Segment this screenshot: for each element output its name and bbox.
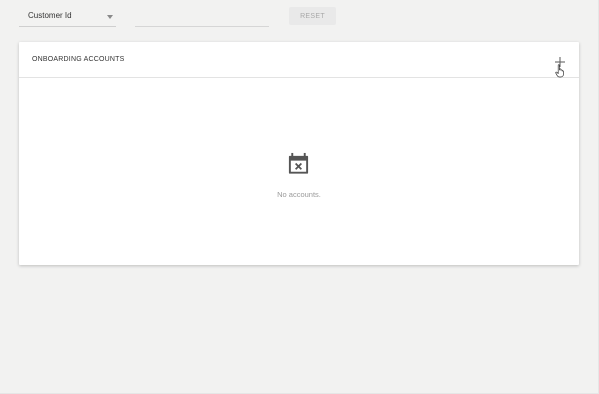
customer-id-select[interactable]: Customer Id — [19, 8, 116, 27]
page: Customer Id RESET ONBOARDING ACCOUNTS No… — [0, 0, 599, 394]
chevron-down-icon — [107, 15, 113, 19]
calendar-remove-icon — [288, 152, 309, 174]
card-header: ONBOARDING ACCOUNTS — [19, 42, 579, 78]
customer-id-select-label: Customer Id — [28, 11, 72, 20]
onboarding-accounts-card: ONBOARDING ACCOUNTS No accounts. — [19, 42, 579, 265]
card-title: ONBOARDING ACCOUNTS — [32, 56, 125, 63]
reset-button[interactable]: RESET — [289, 7, 336, 25]
search-input[interactable] — [135, 8, 269, 27]
empty-state-message: No accounts. — [277, 190, 321, 199]
hand-cursor-icon — [555, 64, 564, 78]
